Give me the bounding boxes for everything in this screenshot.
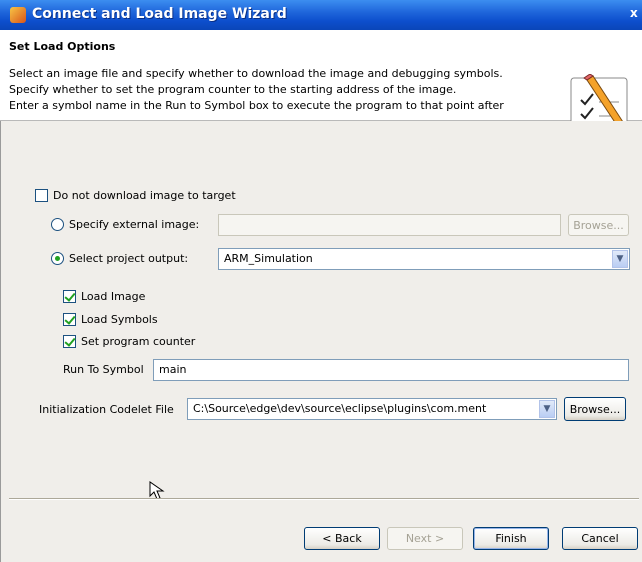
load-symbols-option[interactable]: Load Symbols xyxy=(63,313,158,326)
wizard-header: Set Load Options Select an image file an… xyxy=(0,30,642,137)
external-image-label: Specify external image: xyxy=(69,218,200,231)
description-line: Specify whether to set the program count… xyxy=(9,83,457,96)
description-line: Enter a symbol name in the Run to Symbol… xyxy=(9,99,504,112)
codelet-browse-button[interactable]: Browse... xyxy=(564,397,626,421)
set-pc-checkbox[interactable] xyxy=(63,335,76,348)
button-separator xyxy=(9,498,639,500)
load-image-label: Load Image xyxy=(81,290,146,303)
chevron-down-icon[interactable]: ▼ xyxy=(539,400,555,418)
cancel-button[interactable]: Cancel xyxy=(562,527,638,550)
external-image-radio[interactable] xyxy=(51,218,64,231)
chevron-down-icon[interactable]: ▼ xyxy=(612,250,628,268)
app-icon xyxy=(10,7,26,23)
no-download-checkbox[interactable] xyxy=(35,189,48,202)
next-button[interactable]: Next > xyxy=(387,527,463,550)
load-image-checkbox[interactable] xyxy=(63,290,76,303)
finish-button[interactable]: Finish xyxy=(473,527,549,550)
external-image-option[interactable]: Specify external image: xyxy=(51,218,199,231)
close-icon[interactable]: x xyxy=(630,6,638,20)
description-line: Select an image file and specify whether… xyxy=(9,67,503,80)
project-output-label: Select project output: xyxy=(69,252,189,265)
project-output-option[interactable]: Select project output: xyxy=(51,252,188,265)
page-title: Set Load Options xyxy=(9,40,116,53)
no-download-option[interactable]: Do not download image to target xyxy=(35,189,236,202)
run-to-symbol-input[interactable]: main xyxy=(153,359,629,381)
external-image-input[interactable] xyxy=(218,214,561,236)
codelet-label: Initialization Codelet File xyxy=(39,403,174,416)
page-description: Select an image file and specify whether… xyxy=(9,66,564,114)
project-output-radio[interactable] xyxy=(51,252,64,265)
project-output-select[interactable]: ARM_Simulation xyxy=(218,248,630,270)
no-download-label: Do not download image to target xyxy=(53,189,236,202)
external-browse-button[interactable]: Browse... xyxy=(568,214,629,236)
load-symbols-checkbox[interactable] xyxy=(63,313,76,326)
codelet-input[interactable]: C:\Source\edge\dev\source\eclipse\plugin… xyxy=(187,398,557,420)
back-button[interactable]: < Back xyxy=(304,527,380,550)
run-to-symbol-label: Run To Symbol xyxy=(63,363,144,376)
title-bar: Connect and Load Image Wizard x xyxy=(0,0,642,30)
load-symbols-label: Load Symbols xyxy=(81,313,158,326)
set-pc-label: Set program counter xyxy=(81,335,196,348)
wizard-content: Do not download image to target Specify … xyxy=(0,121,642,562)
set-pc-option[interactable]: Set program counter xyxy=(63,335,195,348)
window-title: Connect and Load Image Wizard xyxy=(32,6,287,22)
load-image-option[interactable]: Load Image xyxy=(63,290,145,303)
